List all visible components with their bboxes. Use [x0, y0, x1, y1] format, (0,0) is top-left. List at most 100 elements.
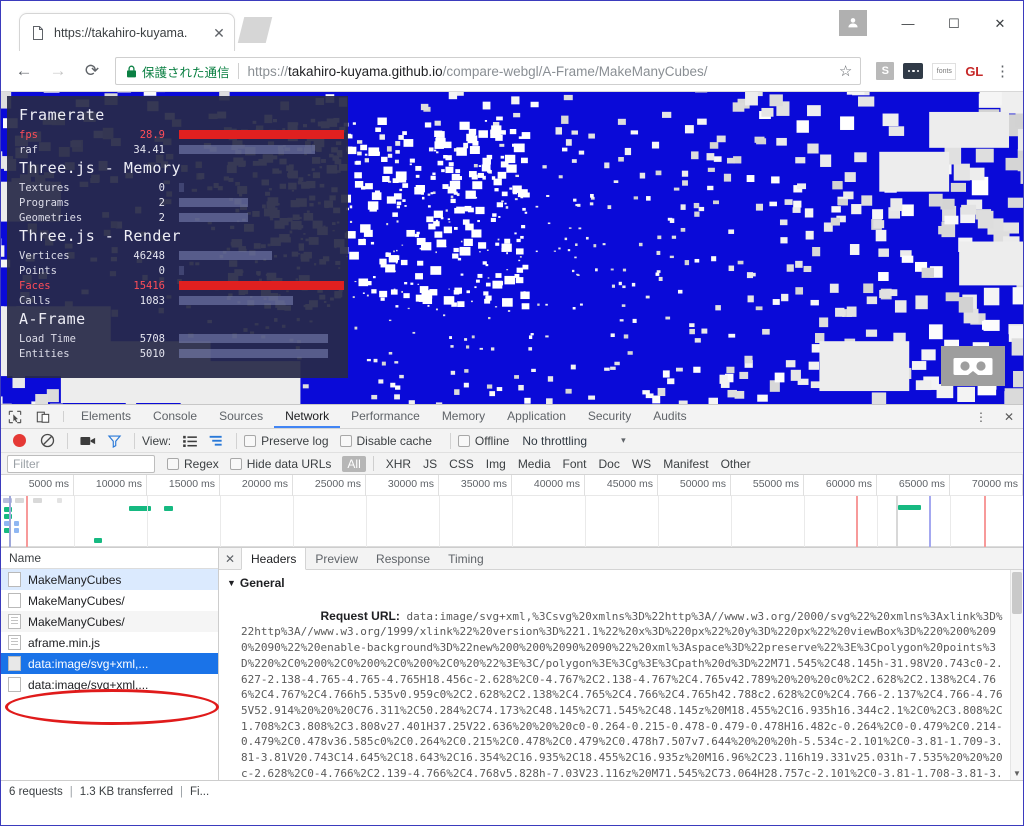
browser-tab[interactable]: https://takahiro-kuyama. ✕ — [19, 13, 235, 51]
hide-data-urls-checkbox[interactable]: Hide data URLs — [229, 457, 331, 471]
request-list-header[interactable]: Name — [1, 548, 218, 570]
filter-chip-js[interactable]: JS — [418, 456, 442, 472]
extension-dots-button[interactable] — [903, 63, 924, 79]
close-icon[interactable]: ✕ — [210, 24, 228, 42]
regex-checkbox[interactable]: Regex — [167, 457, 219, 471]
stats-row-bar — [179, 130, 344, 139]
detail-tab-preview[interactable]: Preview — [306, 548, 367, 569]
reload-button[interactable]: ⟳ — [75, 54, 109, 88]
minimize-button[interactable]: — — [885, 7, 931, 39]
filter-chip-img[interactable]: Img — [481, 456, 511, 472]
close-window-button[interactable]: ✕ — [977, 7, 1023, 39]
blank-doc-icon — [8, 593, 21, 609]
detail-tab-response[interactable]: Response — [367, 548, 439, 569]
filter-chip-xhr[interactable]: XHR — [381, 456, 416, 472]
back-button[interactable]: ← — [7, 54, 41, 88]
checkbox-box[interactable] — [167, 457, 179, 470]
disable-cache-label: Disable cache — [356, 433, 432, 448]
list-item-label: data:image/svg+xml,... — [28, 656, 149, 671]
tab-security[interactable]: Security — [577, 405, 642, 428]
scrollbar-thumb[interactable] — [1012, 571, 1022, 614]
tab-audits[interactable]: Audits — [642, 405, 697, 428]
filter-chip-media[interactable]: Media — [513, 456, 556, 472]
tab-application[interactable]: Application — [496, 405, 577, 428]
stats-row: Programs 2 — [7, 195, 348, 210]
checkbox-box[interactable] — [457, 434, 470, 447]
tab-memory[interactable]: Memory — [431, 405, 496, 428]
checkbox-box[interactable] — [339, 434, 352, 447]
list-item-label: MakeManyCubes — [28, 572, 122, 587]
clear-button[interactable] — [34, 430, 60, 452]
offline-checkbox[interactable]: Offline — [457, 433, 510, 448]
list-item[interactable]: MakeManyCubes — [1, 569, 218, 591]
list-item[interactable]: data:image/svg+xml,... — [1, 674, 218, 695]
throttling-select[interactable]: No throttling ▾ — [522, 434, 625, 448]
funnel-icon — [107, 435, 121, 448]
waterfall-view-button[interactable] — [203, 430, 229, 452]
request-list: Name MakeManyCubes MakeManyCubes/MakeMany… — [1, 548, 219, 781]
detail-tab-timing[interactable]: Timing — [439, 548, 493, 569]
offline-label: Offline — [474, 433, 510, 448]
page-viewport[interactable]: Framerate fps 28.9 raf 34.41 Three.js - Memor… — [1, 91, 1023, 404]
address-bar[interactable]: 保護された通信 https://takahiro-kuyama.github.i… — [115, 57, 862, 85]
list-item[interactable]: MakeManyCubes/ — [1, 590, 218, 611]
list-item[interactable]: data:image/svg+xml,... — [1, 653, 218, 675]
request-rows: MakeManyCubes MakeManyCubes/MakeManyCubes… — [1, 569, 218, 780]
list-item[interactable]: aframe.min.js — [1, 632, 218, 653]
filter-chip-ws[interactable]: WS — [627, 456, 656, 472]
extension-fonts-button[interactable]: fonts — [932, 62, 957, 80]
timeline-request-bar — [57, 498, 62, 504]
bookmark-star-icon[interactable]: ☆ — [839, 62, 852, 80]
network-filterbar: Filter Regex Hide data URLs All XHR JS CSS I… — [1, 452, 1023, 476]
devtools-close-button[interactable]: ✕ — [995, 410, 1023, 424]
detail-tab-headers[interactable]: Headers — [241, 548, 307, 570]
chrome-menu-button[interactable]: ⋮ — [992, 64, 1013, 79]
forward-button[interactable]: → — [41, 54, 75, 88]
stats-row-bar — [179, 266, 184, 275]
maximize-button[interactable]: ☐ — [931, 7, 977, 39]
filter-chip-manifest[interactable]: Manifest — [658, 456, 713, 472]
network-split-pane: Name MakeManyCubes MakeManyCubes/MakeMany… — [1, 548, 1023, 781]
general-section-header[interactable]: ▼ General — [219, 575, 1023, 593]
divider: | — [69, 785, 73, 798]
tab-elements[interactable]: Elements — [70, 405, 142, 428]
new-tab-button[interactable] — [237, 17, 273, 43]
stats-row-label: Vertices — [19, 249, 70, 262]
extension-webgl-button[interactable]: GL — [965, 64, 983, 79]
tab-network[interactable]: Network — [274, 405, 341, 429]
stats-section-heading: Framerate — [19, 106, 105, 124]
list-view-button[interactable] — [177, 430, 203, 452]
reload-icon: ⟳ — [84, 61, 100, 80]
stats-row-value: 0 — [158, 264, 165, 277]
dots-icon — [903, 63, 924, 79]
capture-screenshots-button[interactable] — [75, 430, 101, 452]
tab-console[interactable]: Console — [142, 405, 208, 428]
checkbox-box[interactable] — [229, 457, 242, 470]
extension-stylebot-button[interactable]: S — [876, 62, 895, 80]
avatar[interactable] — [839, 10, 867, 36]
filter-chip-all[interactable]: All — [342, 455, 366, 472]
filter-toggle-button[interactable] — [101, 430, 127, 452]
disable-cache-checkbox[interactable]: Disable cache — [339, 433, 432, 448]
filter-chip-doc[interactable]: Doc — [594, 456, 625, 472]
filter-chip-css[interactable]: CSS — [444, 456, 479, 472]
inspect-element-button[interactable] — [1, 405, 29, 428]
filter-chip-other[interactable]: Other — [716, 456, 756, 472]
close-icon: ✕ — [994, 15, 1006, 31]
network-timeline-overview[interactable]: 5000 ms 10000 ms 15000 ms 20000 ms 25000 ms 3… — [1, 475, 1023, 549]
enter-vr-button[interactable] — [941, 346, 1005, 386]
filter-chip-font[interactable]: Font — [558, 456, 592, 472]
scroll-down-icon[interactable]: ▼ — [1012, 769, 1022, 778]
preserve-log-checkbox[interactable]: Preserve log — [244, 434, 329, 448]
network-statusbar: 6 requests | 1.3 KB transferred | Fi... — [1, 780, 1023, 803]
detail-scrollbar[interactable]: ▼ — [1010, 569, 1023, 781]
device-toolbar-button[interactable] — [29, 405, 57, 428]
list-item[interactable]: MakeManyCubes/ — [1, 611, 218, 633]
tab-performance[interactable]: Performance — [340, 405, 431, 428]
record-button[interactable] — [13, 434, 26, 448]
tab-sources[interactable]: Sources — [208, 405, 274, 428]
detail-close-button[interactable]: ✕ — [219, 548, 241, 569]
filter-input[interactable]: Filter — [7, 454, 155, 473]
devtools-more-button[interactable]: ⋮ — [967, 410, 995, 424]
checkbox-box[interactable] — [244, 434, 257, 447]
